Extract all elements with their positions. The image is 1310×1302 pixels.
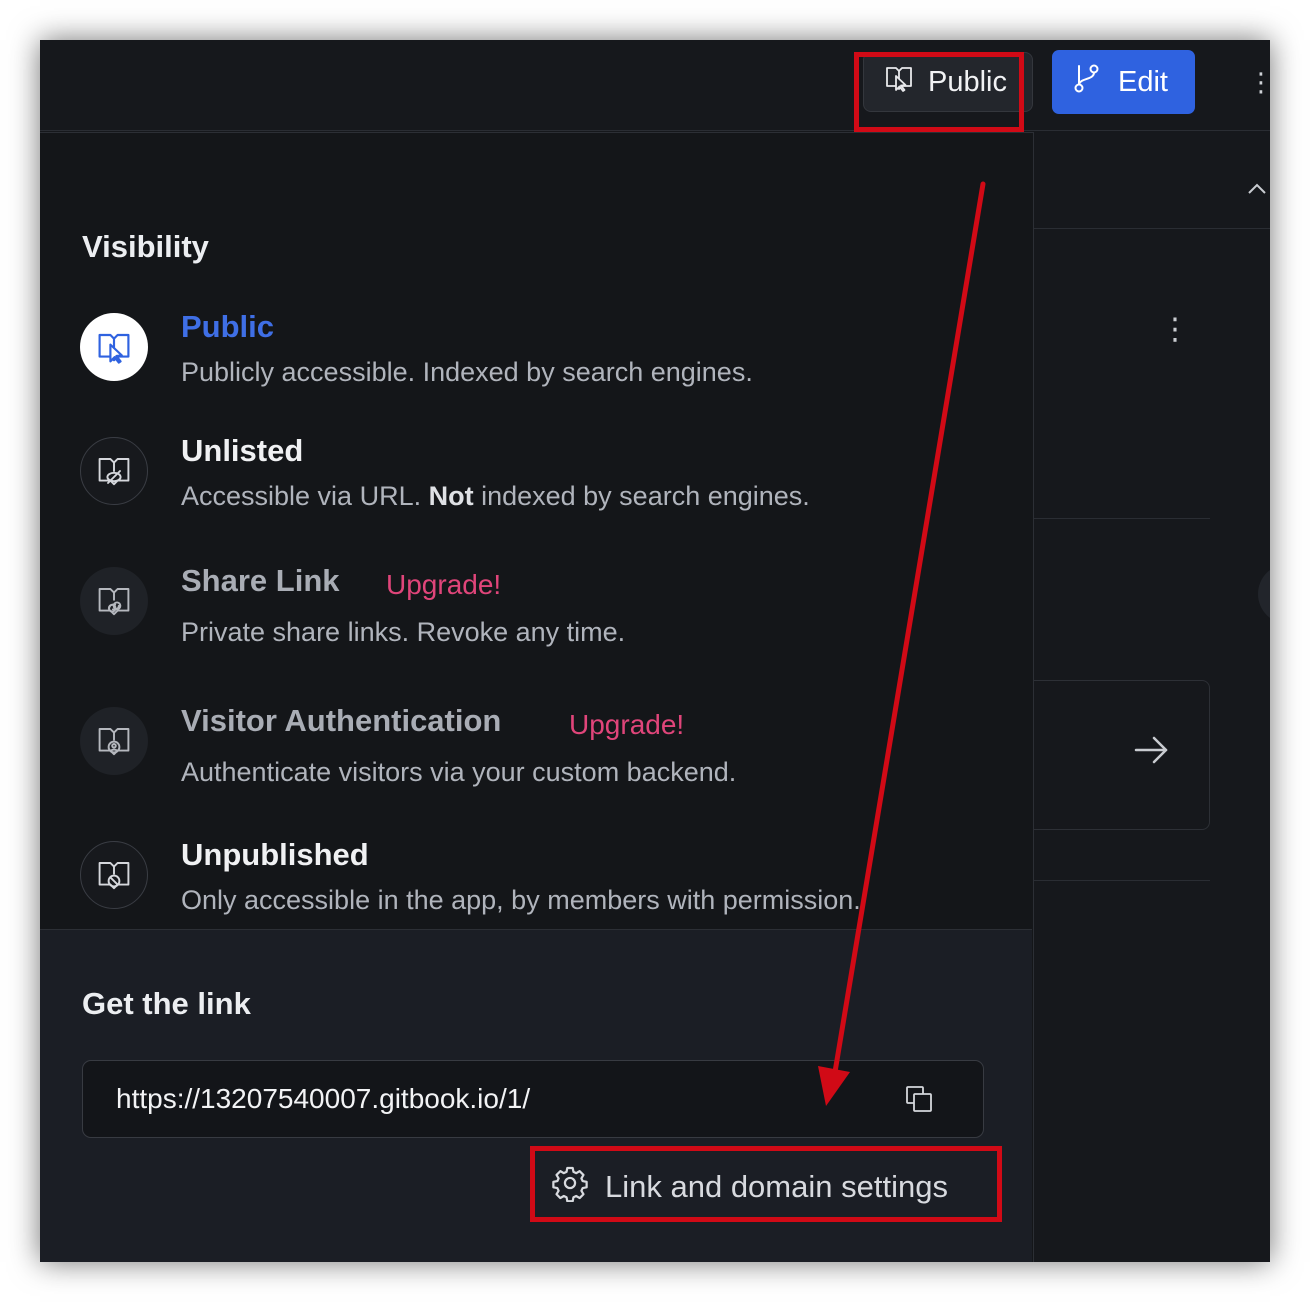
- row-more-icon[interactable]: ⋮: [1160, 312, 1190, 347]
- arrow-right-icon: [1132, 732, 1172, 773]
- visibility-title: Visibility: [82, 229, 209, 264]
- edit-button[interactable]: Edit: [1052, 50, 1195, 114]
- option-title: Unpublished: [181, 837, 369, 872]
- chevron-up-icon[interactable]: [1246, 176, 1268, 202]
- option-description: Authenticate visitors via your custom ba…: [181, 757, 737, 787]
- upgrade-badge[interactable]: Upgrade!: [386, 569, 501, 601]
- book-link-icon: [80, 567, 148, 635]
- gear-icon: [551, 1164, 589, 1210]
- link-domain-settings-button[interactable]: Link and domain settings: [551, 1164, 948, 1210]
- book-cursor-icon: [80, 313, 148, 381]
- upgrade-badge[interactable]: Upgrade!: [569, 709, 684, 741]
- visibility-button[interactable]: Public: [863, 52, 1033, 112]
- option-title: Visitor Authentication: [181, 703, 502, 738]
- visibility-popover: Visibility Public Publicly accessible. I…: [40, 132, 1034, 1262]
- book-cursor-icon: [884, 63, 914, 101]
- branch-icon: [1072, 62, 1102, 102]
- divider: [1034, 880, 1210, 881]
- book-block-icon: [80, 841, 148, 909]
- book-eye-off-icon: [80, 437, 148, 505]
- option-description: Private share links. Revoke any time.: [181, 617, 626, 647]
- option-description: Only accessible in the app, by members w…: [181, 885, 861, 915]
- visibility-button-label: Public: [928, 65, 1007, 98]
- edit-button-label: Edit: [1118, 65, 1168, 98]
- divider: [1034, 518, 1210, 519]
- option-description: Accessible via URL. Not indexed by searc…: [181, 481, 810, 511]
- more-options-icon[interactable]: ⋮: [1248, 66, 1270, 98]
- app-window: Public Edit ⋮ ⋮ Visibility Public Public…: [40, 40, 1270, 1262]
- option-public[interactable]: Public Publicly accessible. Indexed by s…: [80, 309, 1010, 413]
- link-domain-settings-label: Link and domain settings: [605, 1169, 948, 1204]
- option-title: Public: [181, 309, 275, 344]
- option-visitor-authentication[interactable]: Visitor Authentication Upgrade! Authenti…: [80, 703, 1010, 817]
- option-title: Unlisted: [181, 433, 304, 468]
- option-unpublished[interactable]: Unpublished Only accessible in the app, …: [80, 837, 1010, 941]
- option-share-link[interactable]: Share Link Upgrade! Private share links.…: [80, 563, 1010, 677]
- link-url-field[interactable]: https://13207540007.gitbook.io/1/: [82, 1060, 984, 1138]
- get-link-title: Get the link: [82, 986, 251, 1021]
- link-url: https://13207540007.gitbook.io/1/: [116, 1083, 531, 1114]
- divider: [1034, 228, 1270, 229]
- option-title: Share Link: [181, 563, 340, 598]
- option-unlisted[interactable]: Unlisted Accessible via URL. Not indexed…: [80, 433, 1010, 537]
- get-link-section: Get the link https://13207540007.gitbook…: [40, 929, 1032, 1262]
- round-button[interactable]: [1258, 564, 1270, 624]
- copy-icon[interactable]: [903, 1083, 935, 1120]
- book-user-icon: [80, 707, 148, 775]
- option-description: Publicly accessible. Indexed by search e…: [181, 357, 753, 387]
- top-bar: Public Edit ⋮: [40, 40, 1270, 131]
